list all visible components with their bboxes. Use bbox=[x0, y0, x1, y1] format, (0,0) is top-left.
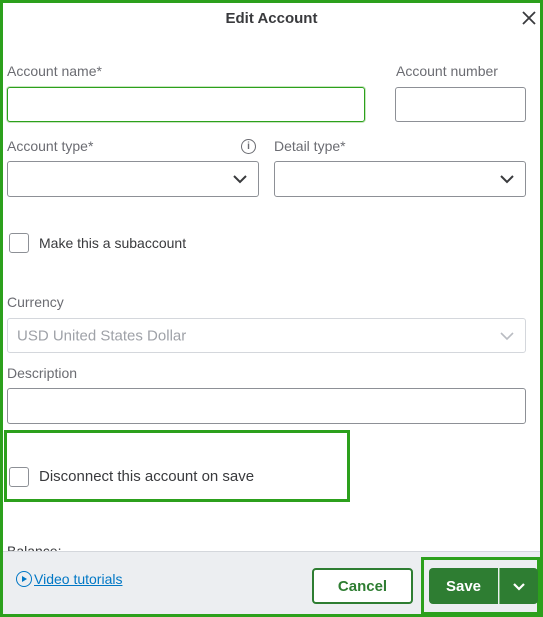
save-button[interactable]: Save bbox=[429, 568, 498, 604]
chevron-down-icon bbox=[500, 331, 514, 340]
cancel-button[interactable]: Cancel bbox=[312, 568, 413, 604]
subaccount-label: Make this a subaccount bbox=[39, 235, 187, 251]
currency-value: USD United States Dollar bbox=[17, 327, 187, 344]
currency-label: Currency bbox=[7, 294, 64, 310]
account-number-input[interactable] bbox=[395, 87, 526, 122]
close-icon bbox=[522, 11, 536, 25]
video-tutorials-label: Video tutorials bbox=[34, 571, 123, 587]
dialog-title: Edit Account bbox=[225, 10, 318, 27]
disconnect-label: Disconnect this account on save bbox=[39, 468, 255, 485]
info-icon[interactable]: i bbox=[241, 139, 256, 154]
account-name-label: Account name* bbox=[7, 63, 102, 79]
play-circle-icon bbox=[16, 571, 32, 587]
disconnect-checkbox[interactable] bbox=[9, 467, 29, 487]
balance-label: Balance: bbox=[7, 543, 62, 551]
account-number-label: Account number bbox=[396, 63, 498, 79]
chevron-down-icon bbox=[500, 175, 514, 184]
description-input[interactable] bbox=[7, 388, 526, 424]
subaccount-checkbox[interactable] bbox=[9, 233, 29, 253]
detail-type-select[interactable] bbox=[274, 161, 526, 197]
video-tutorials-link[interactable]: Video tutorials bbox=[16, 571, 122, 587]
account-type-label: Account type* bbox=[7, 138, 94, 154]
chevron-down-icon bbox=[233, 175, 247, 184]
account-type-select[interactable] bbox=[7, 161, 259, 197]
currency-select: USD United States Dollar bbox=[7, 318, 526, 353]
account-name-input[interactable] bbox=[7, 87, 365, 122]
description-label: Description bbox=[7, 365, 78, 381]
close-button[interactable] bbox=[518, 7, 540, 29]
detail-type-label: Detail type* bbox=[274, 138, 346, 154]
disconnect-highlight bbox=[4, 430, 350, 502]
save-options-button[interactable] bbox=[499, 568, 538, 604]
chevron-down-icon bbox=[513, 582, 525, 591]
